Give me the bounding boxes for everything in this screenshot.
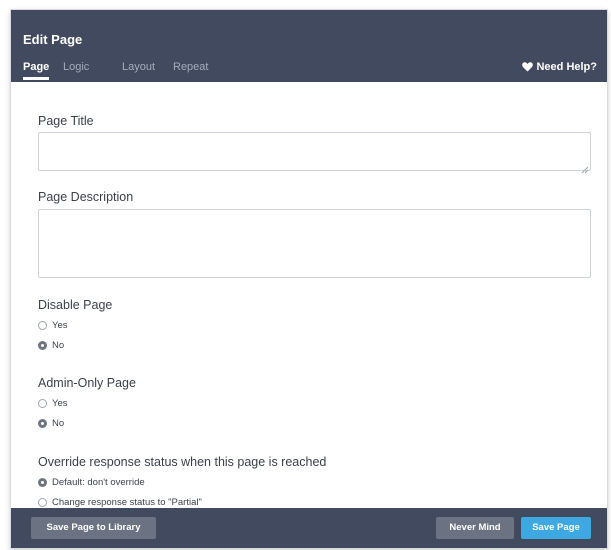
admin-only-no-option[interactable]: No	[38, 418, 64, 429]
option-label: Yes	[52, 320, 68, 331]
override-status-label: Override response status when this page …	[38, 455, 327, 469]
radio-checked-icon[interactable]	[38, 341, 47, 350]
dialog-footer: Save Page to Library Never Mind Save Pag…	[11, 508, 607, 548]
dialog-title: Edit Page	[23, 32, 83, 47]
option-label: No	[52, 418, 65, 429]
radio-checked-icon[interactable]	[38, 419, 47, 428]
option-label: No	[52, 340, 65, 351]
dialog-header: Edit Page Page Logic Layout Repeat Need …	[11, 10, 607, 82]
radio-unchecked-icon[interactable]	[38, 321, 47, 330]
save-to-library-button[interactable]: Save Page to Library	[31, 517, 156, 539]
page-description-label: Page Description	[38, 190, 134, 204]
save-page-button[interactable]: Save Page	[521, 517, 591, 539]
admin-only-label: Admin-Only Page	[38, 376, 136, 390]
radio-unchecked-icon[interactable]	[38, 399, 47, 408]
option-label: Change response status to "Partial"	[52, 497, 202, 508]
tab-repeat[interactable]: Repeat	[173, 61, 208, 73]
option-label: Default: don't override	[52, 477, 145, 488]
page-title-input[interactable]	[38, 132, 591, 174]
edit-page-dialog: Edit Page Page Logic Layout Repeat Need …	[11, 10, 607, 548]
override-default-option[interactable]: Default: don't override	[38, 477, 145, 488]
radio-unchecked-icon[interactable]	[38, 498, 47, 507]
admin-only-yes-option[interactable]: Yes	[38, 398, 68, 409]
page-title-label: Page Title	[38, 114, 94, 128]
dialog-content: Page Title Page Description Disable Page…	[11, 82, 607, 508]
tab-page[interactable]: Page	[23, 61, 50, 80]
tab-layout[interactable]: Layout	[122, 61, 155, 73]
page-description-input[interactable]	[38, 209, 591, 278]
need-help-label: Need Help?	[536, 61, 597, 73]
never-mind-button[interactable]: Never Mind	[436, 517, 514, 539]
resize-grip-icon[interactable]	[581, 161, 589, 174]
radio-checked-icon[interactable]	[38, 478, 47, 487]
disable-page-yes-option[interactable]: Yes	[38, 320, 68, 331]
tab-logic[interactable]: Logic	[63, 61, 89, 73]
need-help-link[interactable]: Need Help?	[522, 61, 597, 73]
override-partial-option[interactable]: Change response status to "Partial"	[38, 497, 202, 508]
disable-page-no-option[interactable]: No	[38, 340, 64, 351]
heart-icon	[522, 62, 534, 72]
disable-page-label: Disable Page	[38, 298, 113, 312]
option-label: Yes	[52, 398, 68, 409]
